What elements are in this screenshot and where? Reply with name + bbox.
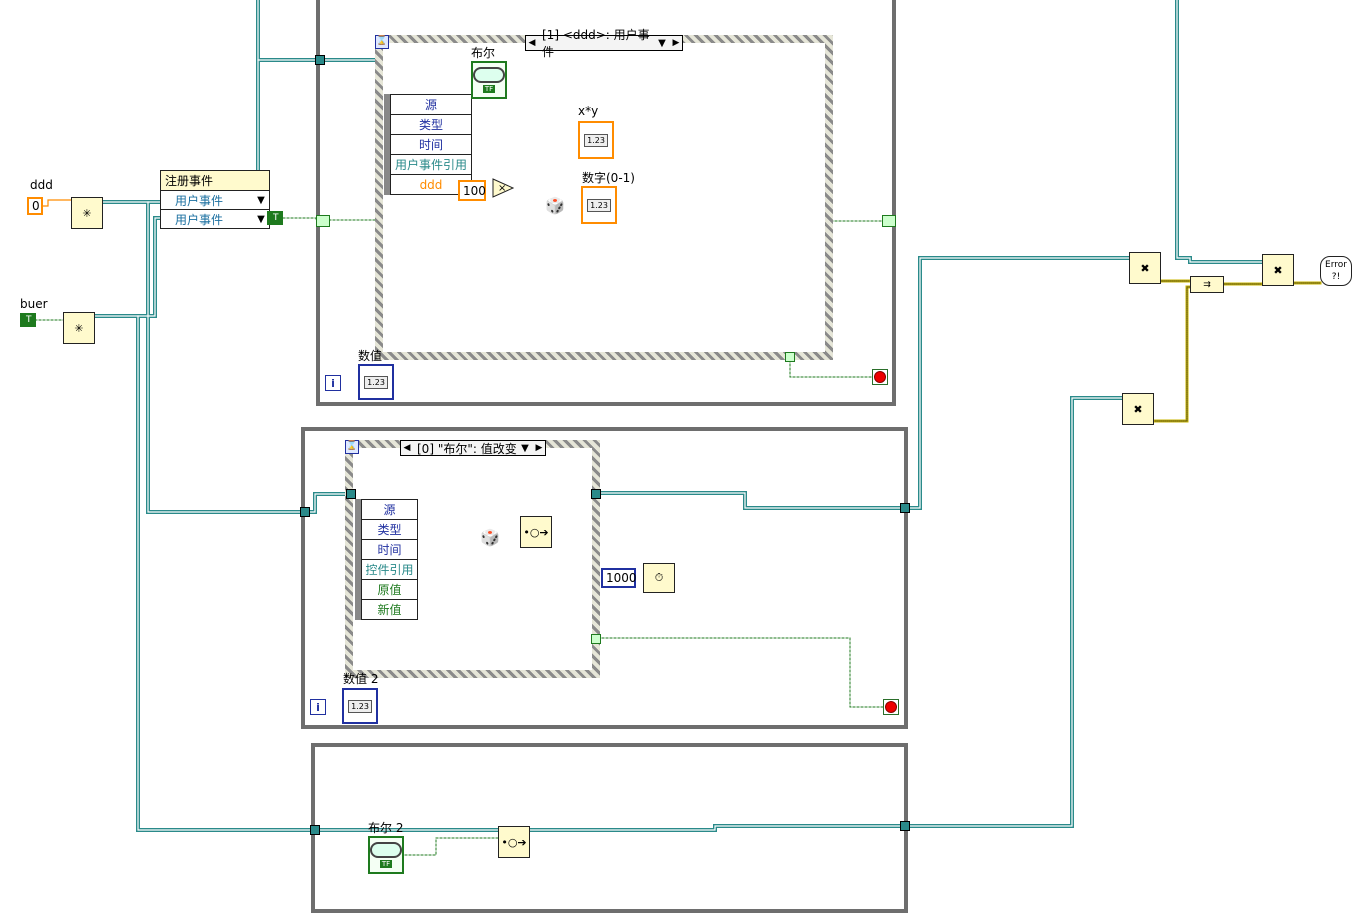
error-wires xyxy=(1153,279,1322,423)
numeric2-label: 数值 2 xyxy=(343,672,379,686)
ddd-label: ddd xyxy=(30,178,53,192)
numeric-indicator[interactable]: 1.23 xyxy=(358,364,394,400)
event2-data-source: 源 xyxy=(361,499,418,520)
create-user-event-icon[interactable]: ✳ xyxy=(71,197,103,229)
create-user-event-2-icon[interactable]: ✳ xyxy=(63,312,95,344)
xy-indicator[interactable]: 1.23 xyxy=(578,121,614,159)
dropdown-icon[interactable]: ▼ xyxy=(517,443,533,454)
loop1-stop-terminal[interactable] xyxy=(872,369,888,385)
register-events-node[interactable]: 注册事件 用户事件 ▼ 用户事件 ▼ xyxy=(160,170,270,229)
bool2-label: 布尔 2 xyxy=(368,821,404,835)
multiply-icon: × xyxy=(492,178,515,198)
random-dice-icon[interactable]: 🎲 xyxy=(544,196,566,216)
event1-data-source: 源 xyxy=(390,94,472,115)
register-item-2[interactable]: 用户事件 ▼ xyxy=(160,210,270,229)
numeric2-display: 1.23 xyxy=(348,699,372,713)
prev-case-icon[interactable]: ◀ xyxy=(526,38,538,48)
event2-data-ctlref: 控件引用 xyxy=(361,560,418,580)
hourglass-icon: ⌛ xyxy=(375,35,389,49)
loop3-tunnel-right xyxy=(900,821,910,831)
event2-case-label: [0] "布尔": 值改变 xyxy=(417,441,517,456)
loop2-tunnel-left xyxy=(300,507,310,517)
numeric-display: 1.23 xyxy=(364,375,388,389)
hourglass-icon: ⌛ xyxy=(345,440,359,454)
destroy-user-event-2-icon[interactable]: ✖ xyxy=(1122,393,1154,425)
event2-case-selector[interactable]: ◀ [0] "布尔": 值改变 ▼ ▶ xyxy=(400,440,546,456)
num01-label: 数字(0-1) xyxy=(582,171,635,185)
random-dice-2-icon[interactable]: 🎲 xyxy=(479,528,501,548)
dropdown-icon[interactable]: ▼ xyxy=(654,38,670,49)
num01-indicator[interactable]: 1.23 xyxy=(581,186,617,224)
register-item-2-label: 用户事件 xyxy=(175,212,224,227)
numeric2-indicator[interactable]: 1.23 xyxy=(342,688,378,724)
event2-data-node: 源 类型 时间 控件引用 原值 新值 xyxy=(355,499,418,620)
merge-errors-icon[interactable]: ⇉ xyxy=(1190,276,1224,293)
bool2-type-tag: TF xyxy=(379,860,393,868)
event2-data-time: 时间 xyxy=(361,540,418,560)
register-events-title: 注册事件 xyxy=(160,170,270,191)
xy-display: 1.23 xyxy=(584,133,608,147)
numeric-label: 数值 xyxy=(358,349,383,363)
num01-display: 1.23 xyxy=(587,198,611,212)
bool-indicator[interactable]: TF xyxy=(471,61,507,99)
thousand-constant[interactable]: 1000 xyxy=(601,568,637,588)
simple-error-handler-icon[interactable]: Error ?! xyxy=(1320,256,1352,286)
event1-case-label: [1] <ddd>: 用户事件 xyxy=(542,28,650,59)
buer-label: buer xyxy=(20,297,48,311)
event1-tunnel-bool xyxy=(785,352,795,362)
event2-data-old: 原值 xyxy=(361,580,418,600)
next-case-icon[interactable]: ▶ xyxy=(533,443,545,453)
event2-tunnel-out xyxy=(591,489,601,499)
loop2-iteration-terminal: i xyxy=(310,699,326,715)
loop1-iteration-terminal: i xyxy=(325,375,341,391)
event2-tunnel-bool xyxy=(591,634,601,644)
dropdown-icon: ▼ xyxy=(257,194,265,206)
loop1-tunnel-refnum xyxy=(315,55,325,65)
prev-case-icon[interactable]: ◀ xyxy=(401,443,413,453)
event2-tunnel-in xyxy=(346,489,356,499)
ddd-numeric-constant[interactable]: 0 xyxy=(27,197,43,215)
next-case-icon[interactable]: ▶ xyxy=(670,38,682,48)
event1-data-refnum: 用户事件引用 xyxy=(390,155,472,175)
register-item-1[interactable]: 用户事件 ▼ xyxy=(160,191,270,210)
loop1-shift-register-left xyxy=(316,215,330,227)
loop2-stop-terminal[interactable] xyxy=(883,699,899,715)
multiply-node[interactable]: × xyxy=(492,178,515,198)
bool-type-tag: TF xyxy=(482,85,496,93)
true-constant[interactable]: T xyxy=(267,211,283,225)
event1-data-type: 类型 xyxy=(390,115,472,135)
event1-data-time: 时间 xyxy=(390,135,472,155)
svg-text:×: × xyxy=(498,183,506,194)
wait-ms-icon[interactable]: ⏱ xyxy=(643,563,675,593)
loop2-tunnel-right xyxy=(900,503,910,513)
buer-bool-constant[interactable]: T xyxy=(20,313,36,327)
unregister-events-icon[interactable]: ✖ xyxy=(1262,254,1294,286)
xy-label: x*y xyxy=(578,104,599,118)
generate-user-event-icon[interactable]: •○➔ xyxy=(520,516,552,548)
event2-data-type: 类型 xyxy=(361,520,418,540)
event2-data-new: 新值 xyxy=(361,600,418,620)
bool2-led-icon xyxy=(370,842,402,858)
destroy-user-event-icon[interactable]: ✖ xyxy=(1129,252,1161,284)
event1-case-selector[interactable]: ◀ [1] <ddd>: 用户事件 ▼ ▶ xyxy=(525,28,683,59)
loop3-tunnel-left xyxy=(310,825,320,835)
generate-user-event-2-icon[interactable]: •○➔ xyxy=(498,826,530,858)
hundred-constant[interactable]: 100 xyxy=(458,180,486,201)
bool-label: 布尔 xyxy=(471,46,496,60)
bool2-control[interactable]: TF xyxy=(368,836,404,874)
loop1-shift-register-right xyxy=(882,215,896,227)
bool-led-icon xyxy=(473,67,505,83)
register-item-1-label: 用户事件 xyxy=(175,193,224,208)
